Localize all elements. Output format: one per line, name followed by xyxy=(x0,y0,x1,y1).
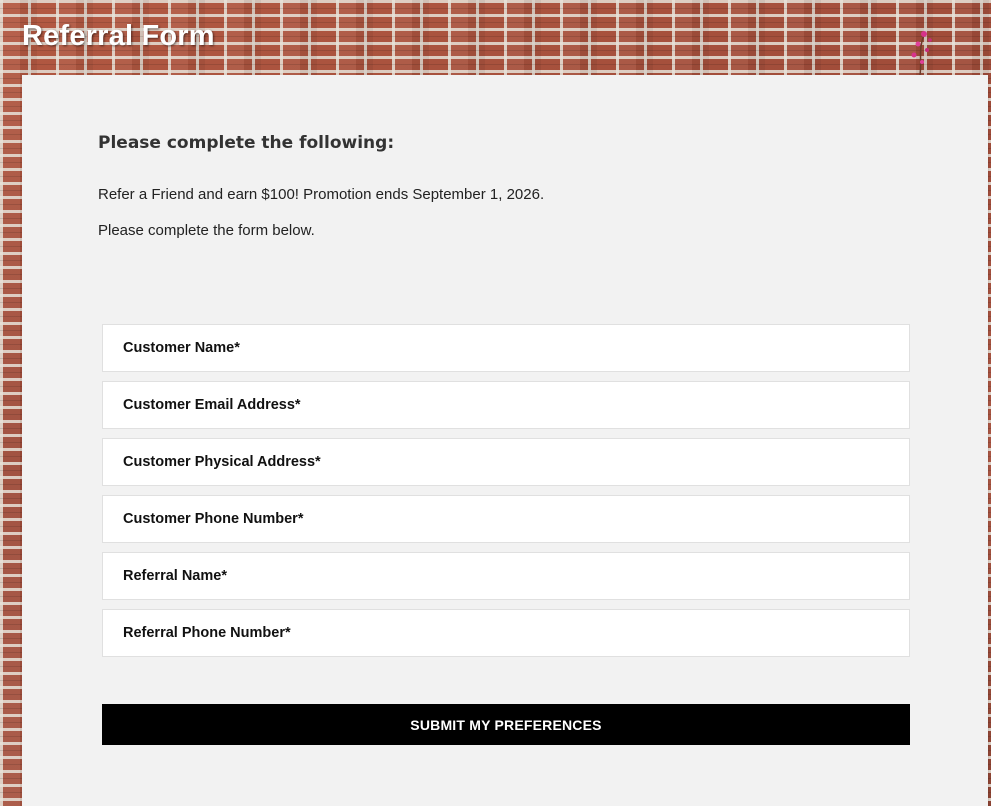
field-label: Customer Email Address* xyxy=(123,397,301,413)
customer-phone-field[interactable]: Customer Phone Number* xyxy=(102,495,910,543)
field-label: Referral Phone Number* xyxy=(123,625,291,641)
customer-physical-address-field[interactable]: Customer Physical Address* xyxy=(102,438,910,486)
customer-email-field[interactable]: Customer Email Address* xyxy=(102,381,910,429)
submit-button[interactable]: SUBMIT MY PREFERENCES xyxy=(102,704,910,745)
promo-text: Refer a Friend and earn $100! Promotion … xyxy=(98,186,545,203)
field-label: Customer Physical Address* xyxy=(123,454,321,470)
field-label: Customer Phone Number* xyxy=(123,511,304,527)
form-fields: Customer Name* Customer Email Address* C… xyxy=(102,324,910,666)
field-label: Customer Name* xyxy=(123,340,240,356)
flower-decoration xyxy=(911,31,932,75)
form-heading: Please complete the following: xyxy=(98,133,395,153)
customer-name-field[interactable]: Customer Name* xyxy=(102,324,910,372)
instruction-text: Please complete the form below. xyxy=(98,222,315,239)
referral-name-field[interactable]: Referral Name* xyxy=(102,552,910,600)
field-label: Referral Name* xyxy=(123,568,227,584)
form-panel: Please complete the following: Refer a F… xyxy=(22,75,988,806)
page-title: Referral Form xyxy=(22,20,215,52)
referral-phone-field[interactable]: Referral Phone Number* xyxy=(102,609,910,657)
